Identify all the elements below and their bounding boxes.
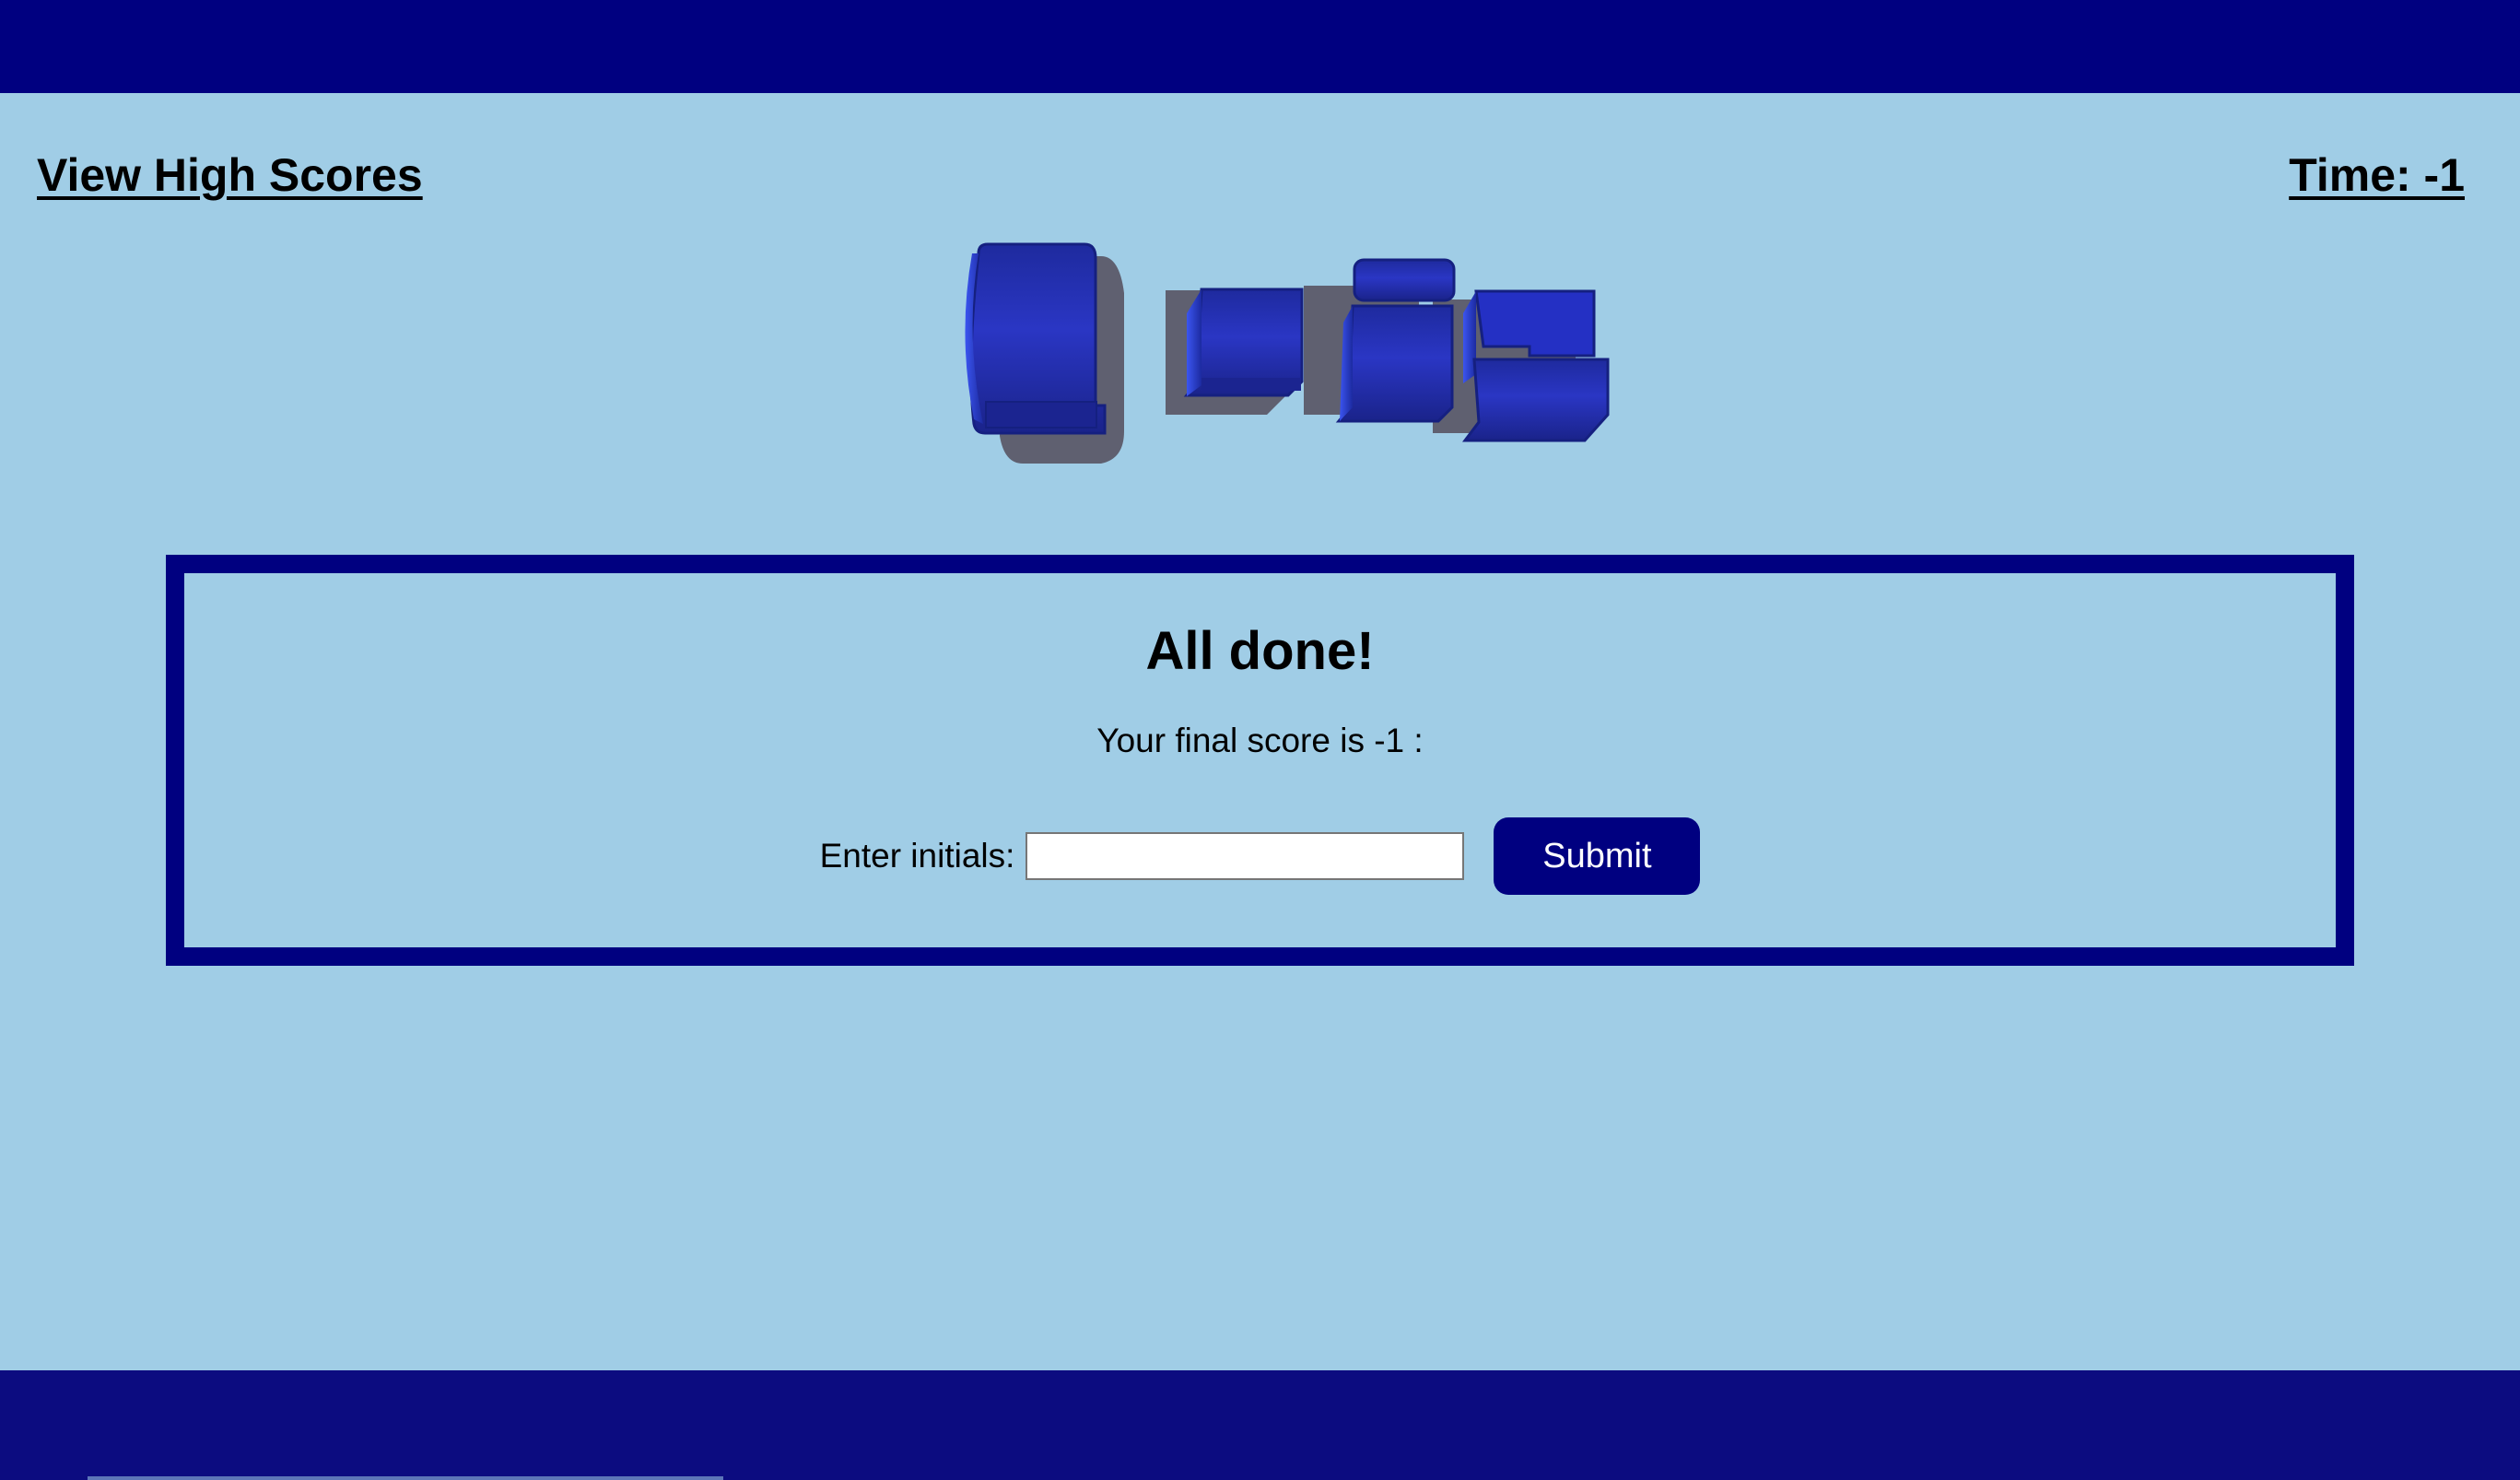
final-score-text: Your final score is -1 : <box>1096 722 1424 759</box>
results-title: All done! <box>1145 621 1375 681</box>
results-card: All done! Your final score is -1 : Enter… <box>166 555 2354 966</box>
submit-button[interactable]: Submit <box>1494 817 1701 895</box>
initials-input[interactable] <box>1026 832 1465 880</box>
initials-form: Enter initials: Submit <box>184 817 2336 895</box>
bottom-banner <box>0 1370 2520 1480</box>
footer-divider <box>88 1476 723 1480</box>
top-banner <box>0 0 2520 93</box>
quiz-logo <box>965 242 1610 464</box>
timer-display: Time: -1 <box>2289 149 2465 201</box>
initials-label: Enter initials: <box>819 837 1015 875</box>
view-high-scores-link[interactable]: View High Scores <box>37 147 423 203</box>
